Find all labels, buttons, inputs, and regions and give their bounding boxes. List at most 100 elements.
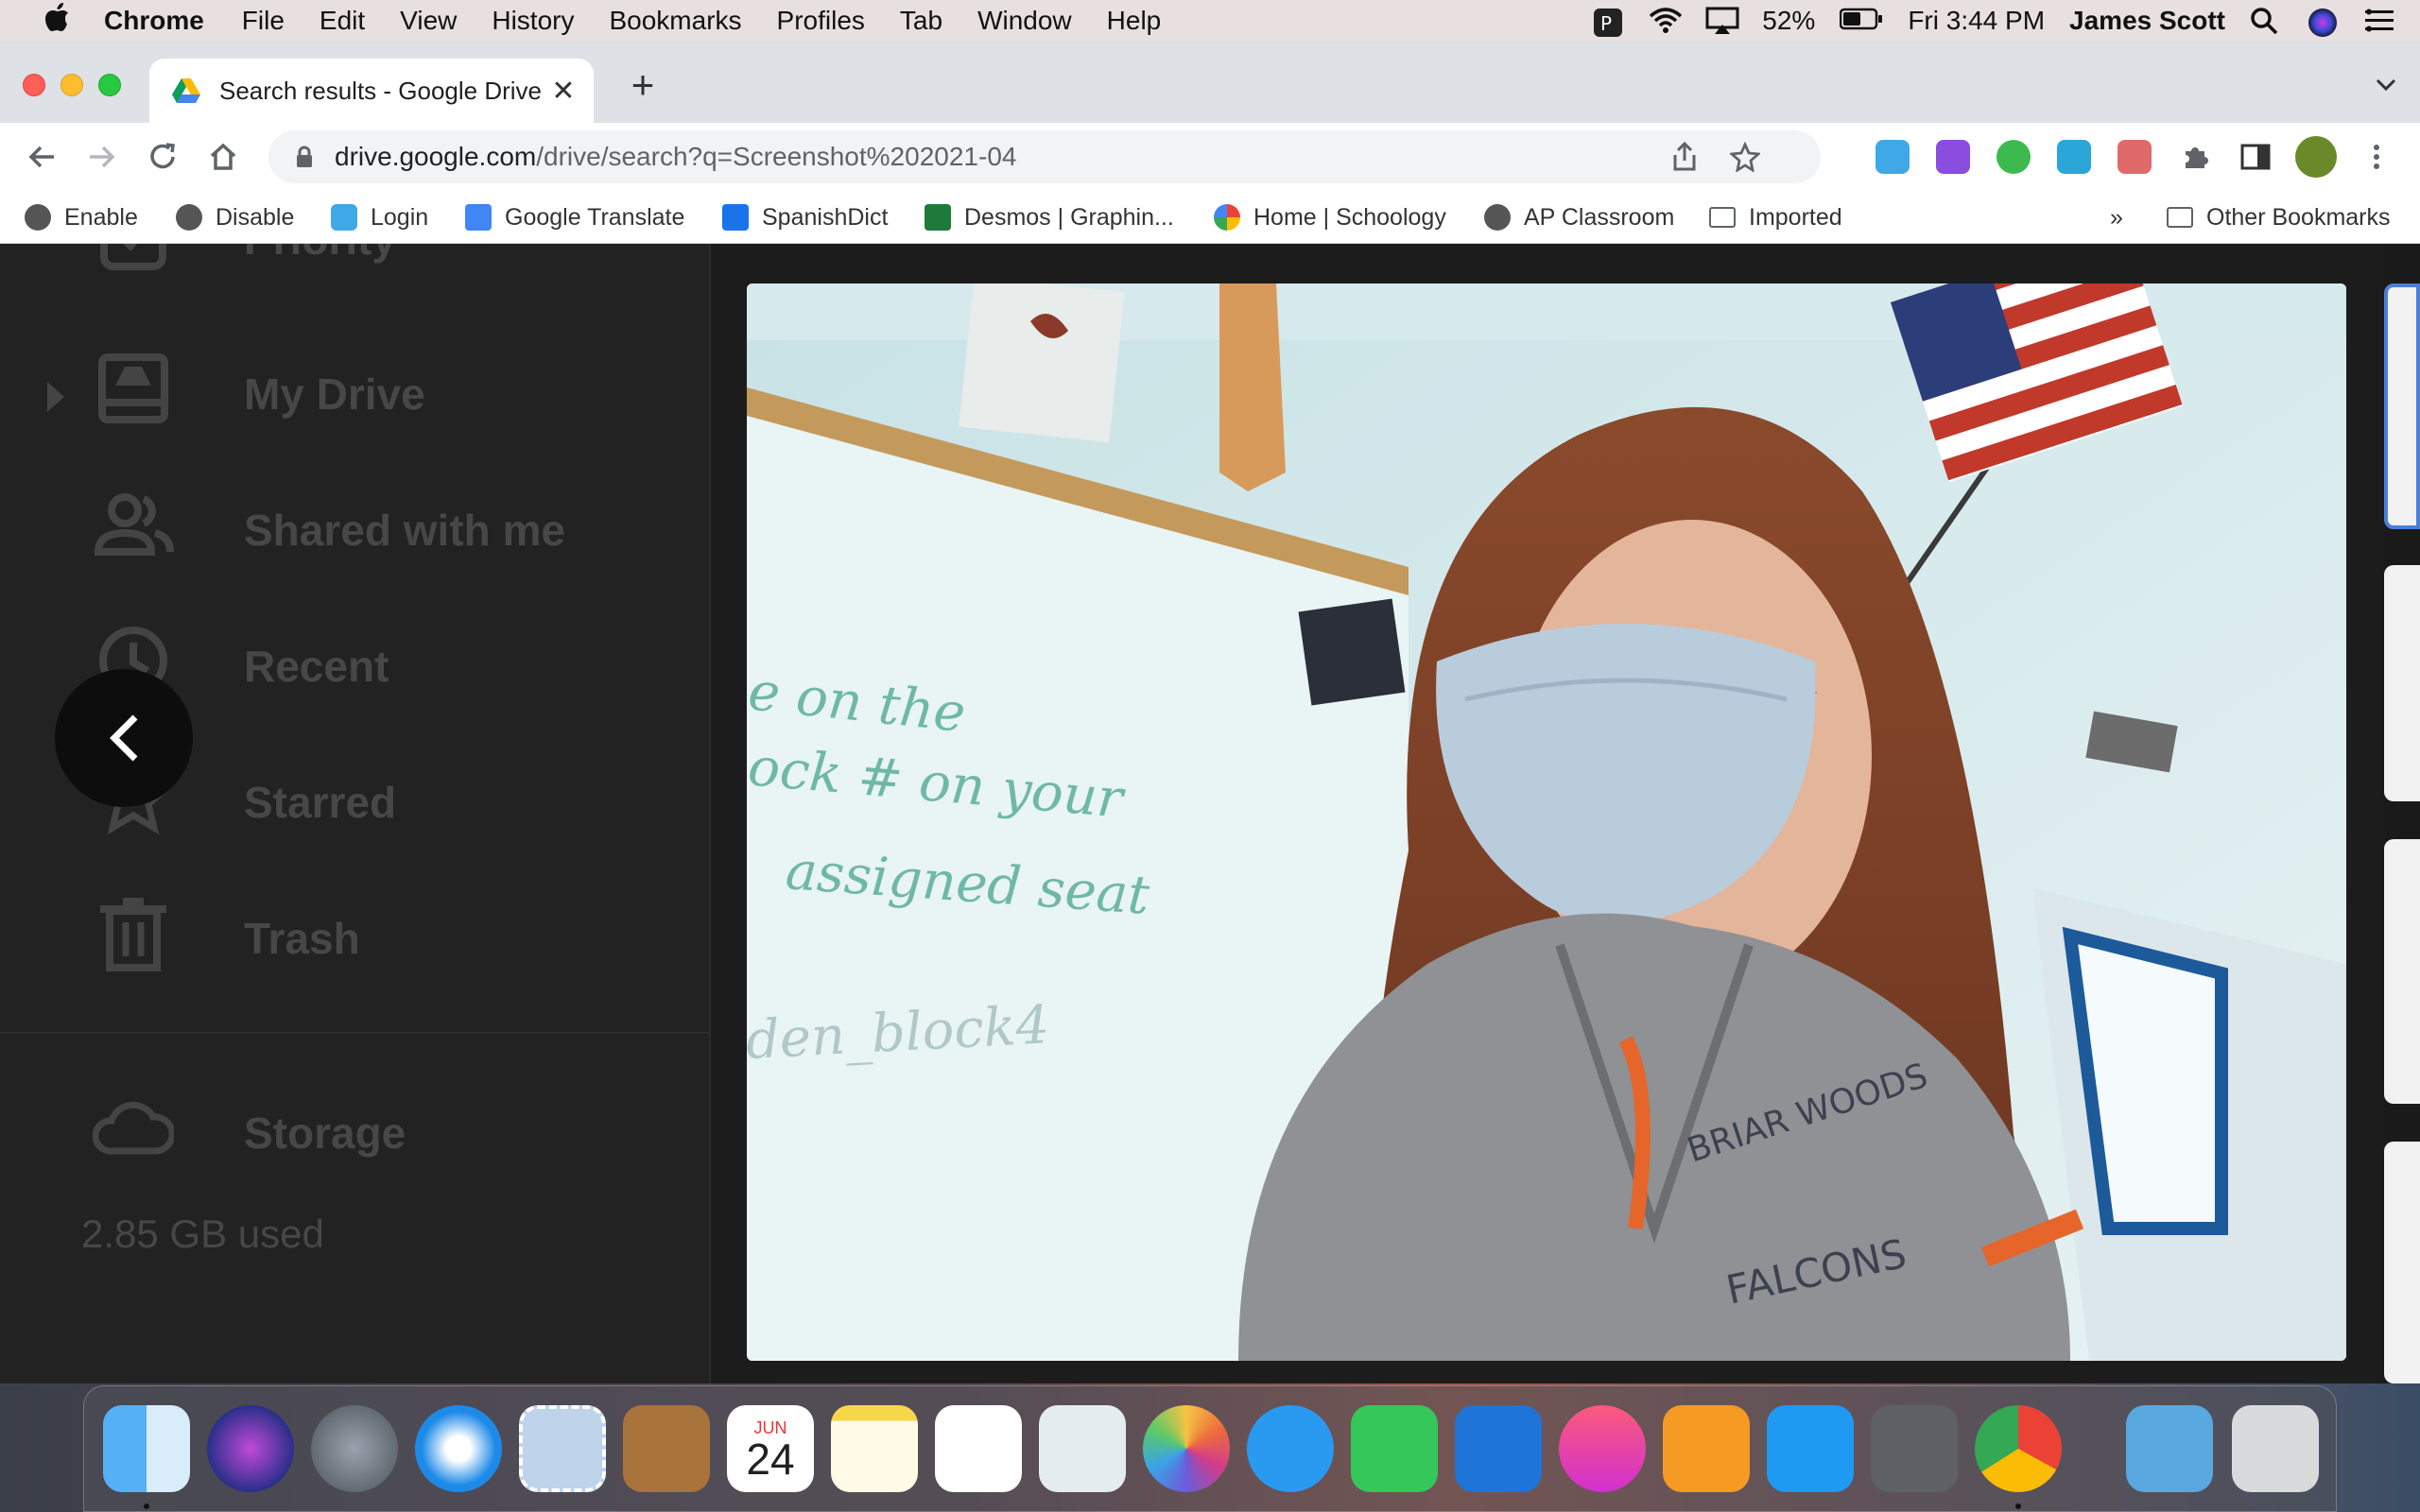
extension-arrows-icon[interactable]: [2057, 140, 2091, 174]
chrome-icon[interactable]: [1975, 1405, 2062, 1492]
extension-cloud-icon[interactable]: [1876, 140, 1910, 174]
address-bar[interactable]: drive.google.com/drive/search?q=Screensh…: [268, 130, 1821, 183]
menu-file[interactable]: File: [242, 6, 285, 36]
tab-close-icon[interactable]: ✕: [546, 75, 580, 108]
people-icon: [93, 484, 174, 565]
downloads-folder-icon[interactable]: [2126, 1405, 2213, 1492]
menu-edit[interactable]: Edit: [320, 6, 365, 36]
messages-icon[interactable]: [1247, 1405, 1334, 1492]
bookmark-disable[interactable]: Disable: [176, 200, 294, 234]
menubar-user[interactable]: James Scott: [2069, 6, 2225, 36]
safari-icon[interactable]: [415, 1405, 502, 1492]
battery-percent: 52%: [1762, 6, 1816, 35]
window-zoom-button[interactable]: [98, 74, 121, 96]
video-frame[interactable]: FALCONS BRIAR WOODS e on the ock # on yo…: [747, 284, 2346, 1361]
extension-cast-icon[interactable]: [2118, 140, 2152, 174]
window-minimize-button[interactable]: [60, 74, 83, 96]
home-icon[interactable]: [204, 138, 242, 176]
share-icon[interactable]: [1671, 141, 1698, 177]
bookmark-ap-classroom[interactable]: AP Classroom: [1484, 200, 1674, 234]
menubar-clock[interactable]: Fri 3:44 PM: [1908, 6, 2045, 36]
siri-icon[interactable]: [2307, 7, 2339, 37]
control-center-icon[interactable]: [2363, 7, 2395, 35]
calendar-icon[interactable]: JUN 24: [727, 1405, 814, 1492]
music-icon[interactable]: [1559, 1405, 1646, 1492]
extension-green-icon[interactable]: [1996, 140, 2031, 174]
mail-icon[interactable]: [519, 1405, 606, 1492]
contacts-icon[interactable]: [623, 1405, 710, 1492]
extensions-puzzle-icon[interactable]: [2176, 138, 2214, 176]
system-preferences-icon[interactable]: [1871, 1405, 1958, 1492]
bookmark-label: Enable: [64, 203, 138, 231]
sidebar-item-storage[interactable]: Storage: [0, 1087, 711, 1181]
viewer-back-button[interactable]: [55, 669, 193, 807]
sidebar-item-label: Storage: [244, 1108, 406, 1158]
airplay-icon[interactable]: [1705, 7, 1739, 35]
spotlight-search-icon[interactable]: [2250, 7, 2282, 35]
extension-status-icon[interactable]: P: [1592, 7, 1624, 37]
extension-rw-icon[interactable]: [1936, 140, 1970, 174]
reload-icon[interactable]: [144, 138, 182, 176]
bookmark-label: Desmos | Graphin...: [964, 203, 1174, 231]
siri-icon[interactable]: [207, 1405, 294, 1492]
thumbnail-item[interactable]: [2384, 1142, 2420, 1383]
maps-icon[interactable]: [1039, 1405, 1126, 1492]
menu-profiles[interactable]: Profiles: [777, 6, 865, 36]
apple-menu-icon[interactable]: [38, 1, 76, 41]
thumbnail-item[interactable]: [2384, 565, 2420, 801]
sidebar-item-my-drive[interactable]: My Drive: [0, 348, 711, 442]
expand-arrow-icon[interactable]: [47, 382, 64, 412]
url-path: /drive/search?q=Screenshot%202021-04: [536, 142, 1017, 171]
photos-icon[interactable]: [1143, 1405, 1230, 1492]
sidebar-item-trash[interactable]: Trash: [0, 892, 711, 987]
window-close-button[interactable]: [23, 74, 45, 96]
storage-used-text: 2.85 GB used: [81, 1211, 324, 1256]
running-indicator: [144, 1503, 149, 1509]
menu-window[interactable]: Window: [977, 6, 1072, 36]
reminders-icon[interactable]: [935, 1405, 1022, 1492]
new-tab-button[interactable]: +: [624, 62, 662, 108]
sidebar-item-shared-with-me[interactable]: Shared with me: [0, 484, 711, 578]
thumbnail-item[interactable]: [2384, 839, 2420, 1104]
bookmarks-overflow-button[interactable]: »: [2110, 200, 2123, 234]
books-icon[interactable]: [1663, 1405, 1750, 1492]
menu-app-name[interactable]: Chrome: [104, 6, 204, 36]
thumbnail-selected[interactable]: [2384, 284, 2420, 529]
bookmark-desmos[interactable]: Desmos | Graphin...: [925, 200, 1174, 234]
url-text: drive.google.com/drive/search?q=Screensh…: [335, 142, 1016, 172]
notes-icon[interactable]: [831, 1405, 918, 1492]
menu-tab[interactable]: Tab: [900, 6, 942, 36]
battery-icon[interactable]: [1840, 7, 1883, 35]
bookmark-folder-imported[interactable]: Imported: [1709, 200, 1842, 234]
launchpad-icon[interactable]: [311, 1405, 398, 1492]
menu-view[interactable]: View: [400, 6, 457, 36]
finder-icon[interactable]: [103, 1405, 190, 1492]
svg-text:P: P: [1600, 12, 1612, 35]
lock-icon[interactable]: [295, 146, 314, 168]
menu-history[interactable]: History: [492, 6, 574, 36]
menu-help[interactable]: Help: [1107, 6, 1162, 36]
bookmark-login[interactable]: Login: [331, 200, 428, 234]
wifi-icon[interactable]: [1649, 7, 1683, 35]
bookmark-enable[interactable]: Enable: [25, 200, 138, 234]
menu-bookmarks[interactable]: Bookmarks: [609, 6, 741, 36]
back-arrow-icon[interactable]: [23, 138, 60, 176]
tab-search-chevron-icon[interactable]: [2375, 70, 2397, 99]
tab-google-drive[interactable]: Search results - Google Drive ✕: [149, 59, 594, 123]
keynote-icon[interactable]: [1455, 1405, 1542, 1492]
bookmark-star-icon[interactable]: [1728, 141, 1762, 177]
forward-arrow-icon[interactable]: [83, 138, 121, 176]
bookmark-label: Imported: [1749, 203, 1842, 231]
bookmark-spanishdict[interactable]: SpanishDict: [722, 200, 888, 234]
drive-sidebar-dimmed: Priority My Drive Shared with me Recent: [0, 244, 711, 1383]
bookmark-google-translate[interactable]: Google Translate: [465, 200, 684, 234]
bookmark-schoology[interactable]: Home | Schoology: [1214, 200, 1446, 234]
chrome-menu-icon[interactable]: [2358, 138, 2395, 176]
sidebar-item-priority[interactable]: Priority: [0, 244, 711, 289]
profile-avatar[interactable]: [2295, 136, 2337, 178]
bookmark-other-bookmarks[interactable]: Other Bookmarks: [2167, 200, 2391, 234]
app-store-icon[interactable]: [1767, 1405, 1854, 1492]
trash-icon[interactable]: [2232, 1405, 2319, 1492]
side-panel-icon[interactable]: [2237, 138, 2274, 176]
facetime-icon[interactable]: [1351, 1405, 1438, 1492]
